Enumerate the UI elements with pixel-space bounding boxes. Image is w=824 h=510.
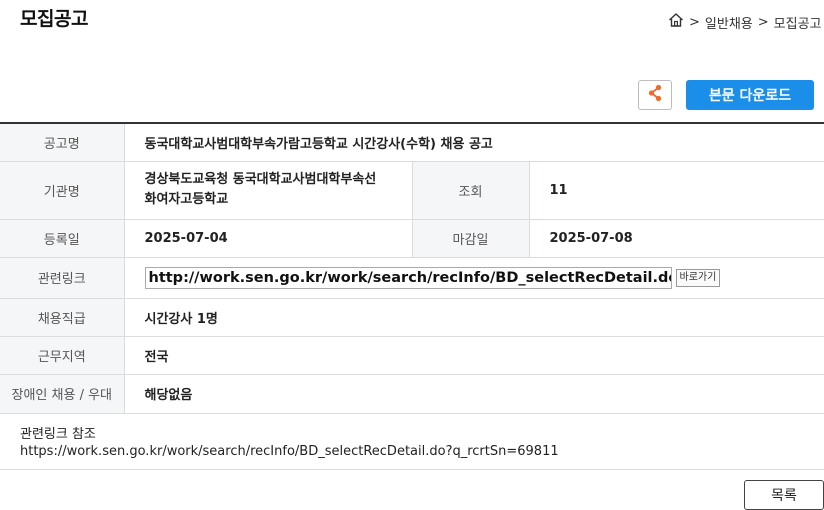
table-row: 기관명 경상북도교육청 동국대학교사범대학부속선 화여자고등학교 조회 11 xyxy=(0,161,824,220)
disability-value: 해당없음 xyxy=(123,374,824,414)
notice-title-label: 공고명 xyxy=(0,123,124,162)
position-value: 시간강사 1명 xyxy=(123,298,824,337)
download-body-button[interactable]: 본문 다운로드 xyxy=(686,80,814,110)
reg-date-value: 2025-07-04 xyxy=(123,219,412,258)
org-label: 기관명 xyxy=(0,161,124,220)
breadcrumb-separator: > xyxy=(689,14,700,30)
region-label: 근무지역 xyxy=(0,336,124,375)
deadline-label: 마감일 xyxy=(411,219,529,258)
org-value: 경상북도교육청 동국대학교사범대학부속선 화여자고등학교 xyxy=(123,161,412,220)
table-row: 등록일 2025-07-04 마감일 2025-07-08 xyxy=(0,219,824,258)
related-link-field[interactable]: http://work.sen.go.kr/work/search/recInf… xyxy=(144,266,672,289)
page-title: 모집공고 xyxy=(20,8,88,30)
go-link-button[interactable]: 바로가기 xyxy=(675,268,721,287)
region-value: 전국 xyxy=(123,336,824,375)
table-row: 장애인 채용 / 우대 해당없음 xyxy=(0,374,824,414)
related-link-cell: http://work.sen.go.kr/work/search/recInf… xyxy=(123,257,824,299)
home-icon[interactable] xyxy=(668,12,684,32)
notice-detail-table: 공고명 동국대학교사범대학부속가람고등학교 시간강사(수학) 채용 공고 기관명… xyxy=(0,122,824,414)
views-value: 11 xyxy=(528,161,824,220)
breadcrumb-separator: > xyxy=(757,14,769,30)
share-icon xyxy=(647,84,663,106)
breadcrumb: > 일반채용 > 모집공고 xyxy=(668,12,824,32)
share-button[interactable] xyxy=(638,80,672,110)
disability-label: 장애인 채용 / 우대 xyxy=(0,374,124,414)
reference-url[interactable]: https://work.sen.go.kr/work/search/recIn… xyxy=(20,444,559,459)
table-row: 관련링크 http://work.sen.go.kr/work/search/r… xyxy=(0,257,824,299)
breadcrumb-item-recruit-notice[interactable]: 모집공고 xyxy=(774,13,822,32)
table-row: 채용직급 시간강사 1명 xyxy=(0,298,824,337)
position-label: 채용직급 xyxy=(0,298,124,337)
org-value-line: 화여자고등학교 xyxy=(144,192,229,207)
org-value-line: 경상북도교육청 동국대학교사범대학부속선 xyxy=(144,172,377,187)
list-button[interactable]: 목록 xyxy=(744,480,824,510)
deadline-value: 2025-07-08 xyxy=(528,219,824,258)
table-row: 공고명 동국대학교사범대학부속가람고등학교 시간강사(수학) 채용 공고 xyxy=(0,123,824,162)
notice-title-value: 동국대학교사범대학부속가람고등학교 시간강사(수학) 채용 공고 xyxy=(123,123,824,162)
related-link-reference: 관련링크 참조 https://work.sen.go.kr/work/sear… xyxy=(0,414,824,470)
views-label: 조회 xyxy=(411,161,529,220)
table-row: 근무지역 전국 xyxy=(0,336,824,375)
reference-title: 관련링크 참조 xyxy=(20,427,96,442)
related-link-label: 관련링크 xyxy=(0,257,124,299)
breadcrumb-item-general-recruit[interactable]: 일반채용 xyxy=(705,13,753,32)
reg-date-label: 등록일 xyxy=(0,219,124,258)
